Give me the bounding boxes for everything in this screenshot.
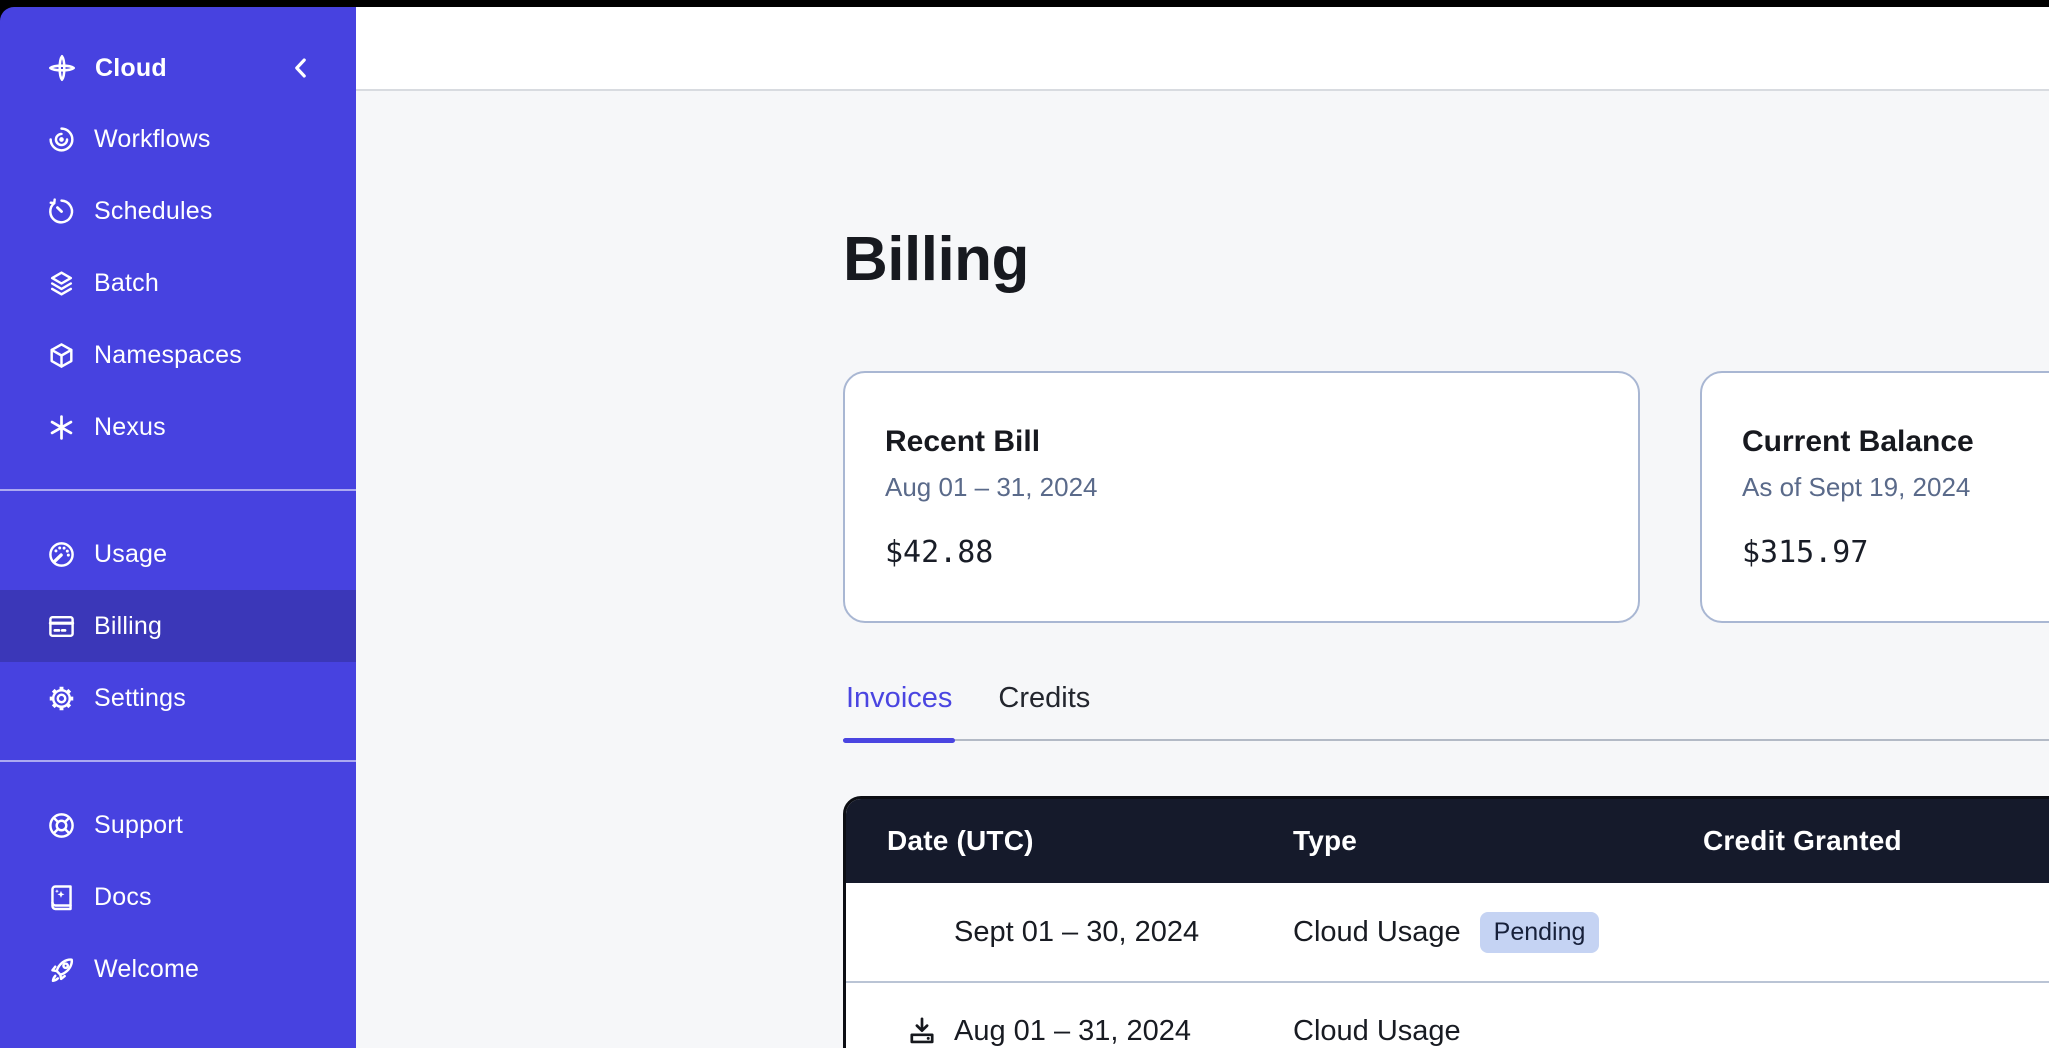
docs-book-icon <box>46 882 77 913</box>
column-header-date: Date (UTC) <box>846 825 1293 857</box>
sidebar: Cloud Workflows Schedules Batch Namespaces N… <box>0 7 356 1048</box>
billing-page: Billing Recent Bill Aug 01 – 31, 2024 $4… <box>356 91 2049 1048</box>
batch-layers-icon <box>46 268 77 299</box>
invoice-type-cell: Cloud Usage Pending <box>1293 912 1703 953</box>
recent-bill-card: Recent Bill Aug 01 – 31, 2024 $42.88 <box>843 371 1640 623</box>
card-amount: $315.97 <box>1742 533 2049 573</box>
workflows-spiral-icon <box>46 124 77 155</box>
sidebar-item-workflows[interactable]: Workflows <box>0 103 356 175</box>
sidebar-item-label: Welcome <box>94 955 199 984</box>
tab-credits[interactable]: Credits <box>995 681 1093 739</box>
invoice-row[interactable]: Aug 01 – 31, 2024 Cloud Usage <box>846 981 2049 1048</box>
sidebar-item-label: Schedules <box>94 197 213 226</box>
invoice-type: Cloud Usage <box>1293 916 1461 949</box>
sidebar-product-name: Cloud <box>95 54 167 83</box>
invoice-date-cell: Sept 01 – 30, 2024 <box>846 916 1293 949</box>
status-badge: Pending <box>1480 912 1600 953</box>
column-header-type: Type <box>1293 825 1703 857</box>
sidebar-section-divider <box>0 489 356 491</box>
invoice-period: Sept 01 – 30, 2024 <box>954 916 1199 949</box>
invoices-table-body: Sept 01 – 30, 2024 Cloud Usage Pending Aug … <box>846 883 2049 1048</box>
support-lifebuoy-icon <box>46 810 77 841</box>
top-navbar <box>356 7 2049 91</box>
welcome-rocket-icon <box>46 954 77 985</box>
sidebar-item-usage[interactable]: Usage <box>0 518 356 590</box>
main-area: Billing Recent Bill Aug 01 – 31, 2024 $4… <box>356 7 2049 1048</box>
card-period: As of Sept 19, 2024 <box>1742 470 2049 504</box>
download-invoice-icon[interactable] <box>905 1014 954 1048</box>
sidebar-item-label: Namespaces <box>94 341 242 370</box>
schedules-clock-icon <box>46 196 77 227</box>
sidebar-item-settings[interactable]: Settings <box>0 662 356 734</box>
sidebar-header: Cloud <box>0 37 356 99</box>
invoice-row[interactable]: Sept 01 – 30, 2024 Cloud Usage Pending <box>846 883 2049 981</box>
sidebar-item-label: Support <box>94 811 183 840</box>
sidebar-section: Workflows Schedules Batch Namespaces Nexus <box>0 103 356 463</box>
card-title: Current Balance <box>1742 423 2049 461</box>
sidebar-item-schedules[interactable]: Schedules <box>0 175 356 247</box>
page-title: Billing <box>843 223 2049 297</box>
temporal-cloud-logo-icon <box>46 52 78 84</box>
invoices-table: Date (UTC) Type Credit Granted Sept 01 –… <box>843 796 2049 1048</box>
sidebar-section: Usage Billing Settings <box>0 518 356 734</box>
card-amount: $42.88 <box>885 533 1598 573</box>
card-period: Aug 01 – 31, 2024 <box>885 470 1598 504</box>
sidebar-item-label: Workflows <box>94 125 211 154</box>
sidebar-item-batch[interactable]: Batch <box>0 247 356 319</box>
invoice-type: Cloud Usage <box>1293 1015 1461 1048</box>
card-title: Recent Bill <box>885 423 1598 461</box>
sidebar-item-label: Docs <box>94 883 152 912</box>
sidebar-nav: Workflows Schedules Batch Namespaces Nexus Us… <box>0 99 356 1005</box>
sidebar-item-label: Nexus <box>94 413 166 442</box>
sidebar-item-welcome[interactable]: Welcome <box>0 933 356 1005</box>
billing-tabs: Invoices Credits <box>843 681 2049 741</box>
namespaces-cube-icon <box>46 340 77 371</box>
sidebar-item-label: Billing <box>94 612 162 641</box>
sidebar-section-divider <box>0 760 356 762</box>
sidebar-item-support[interactable]: Support <box>0 789 356 861</box>
billing-card-icon <box>46 611 77 642</box>
sidebar-item-label: Usage <box>94 540 167 569</box>
sidebar-item-nexus[interactable]: Nexus <box>0 391 356 463</box>
sidebar-collapse-button[interactable] <box>286 53 316 83</box>
column-header-credit-granted: Credit Granted <box>1703 825 2049 857</box>
app-window: Cloud Workflows Schedules Batch Namespaces N… <box>0 7 2049 1048</box>
settings-gear-icon <box>46 683 77 714</box>
sidebar-item-billing[interactable]: Billing <box>0 590 356 662</box>
sidebar-item-label: Settings <box>94 684 186 713</box>
invoice-period: Aug 01 – 31, 2024 <box>954 1015 1191 1048</box>
tab-invoices[interactable]: Invoices <box>843 681 955 739</box>
sidebar-item-label: Batch <box>94 269 159 298</box>
current-balance-card: Current Balance As of Sept 19, 2024 $315… <box>1700 371 2049 623</box>
summary-cards: Recent Bill Aug 01 – 31, 2024 $42.88 Cur… <box>843 371 2049 623</box>
invoices-table-header: Date (UTC) Type Credit Granted <box>846 799 2049 883</box>
sidebar-section: Support Docs Welcome <box>0 789 356 1005</box>
sidebar-item-docs[interactable]: Docs <box>0 861 356 933</box>
sidebar-item-namespaces[interactable]: Namespaces <box>0 319 356 391</box>
nexus-asterisk-icon <box>46 412 77 443</box>
invoice-date-cell: Aug 01 – 31, 2024 <box>846 1014 1293 1048</box>
usage-gauge-icon <box>46 539 77 570</box>
invoice-type-cell: Cloud Usage <box>1293 1015 1703 1048</box>
